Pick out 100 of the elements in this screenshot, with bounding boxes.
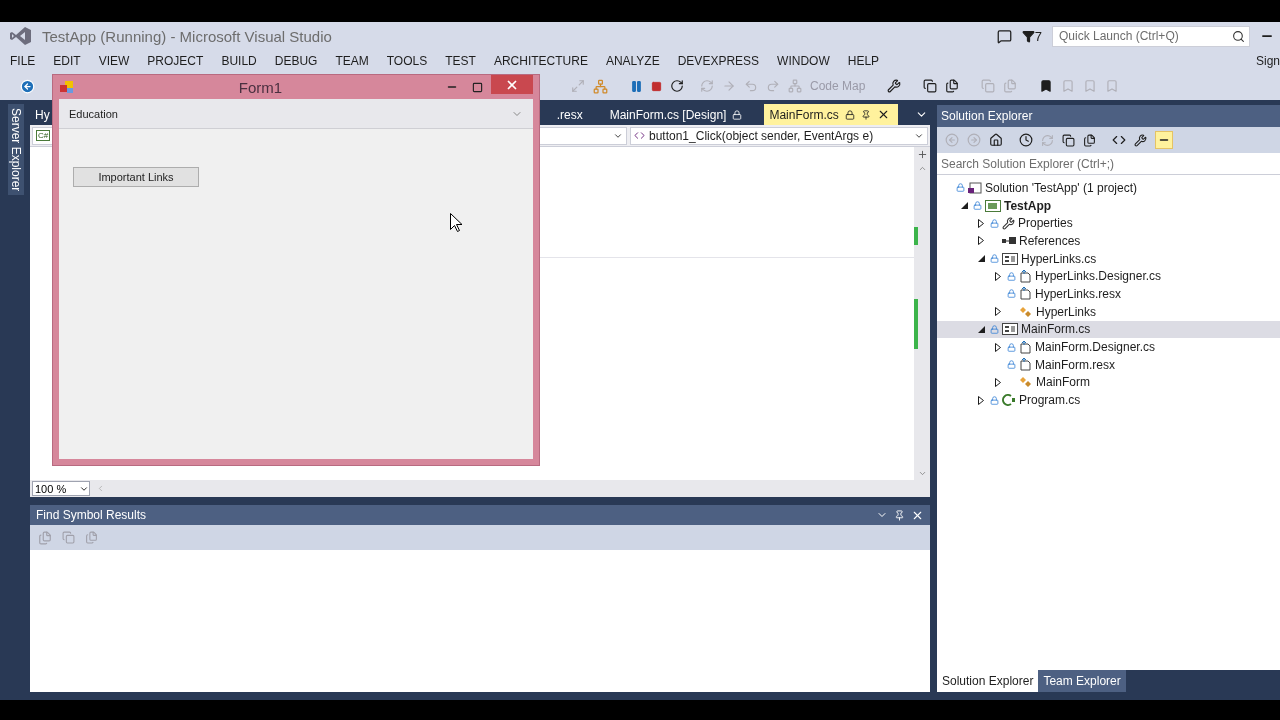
cursor-icon bbox=[450, 213, 462, 232]
filter-icon[interactable] bbox=[1021, 29, 1035, 43]
document-icon bbox=[1019, 287, 1032, 301]
pause-icon[interactable] bbox=[630, 79, 643, 93]
item-label: HyperLinks.Designer.cs bbox=[1035, 269, 1162, 284]
item-label: MainForm.resx bbox=[1035, 357, 1115, 372]
tree-item[interactable]: MainForm.Designer.cs bbox=[937, 338, 1280, 356]
menu-item[interactable]: TEAM bbox=[335, 54, 378, 68]
expanded-arrow-icon[interactable] bbox=[977, 255, 985, 263]
stop-icon[interactable] bbox=[651, 80, 662, 92]
expanded-arrow-icon[interactable] bbox=[977, 325, 985, 333]
menu-item[interactable]: HELP bbox=[847, 54, 889, 68]
window-title: TestApp (Running) - Microsoft Visual Studio bbox=[42, 27, 332, 45]
panel-tab[interactable]: Solution Explorer bbox=[937, 670, 1039, 692]
bookmark-icon[interactable] bbox=[1039, 79, 1054, 93]
tool-icon[interactable] bbox=[887, 79, 902, 93]
side-tab[interactable]: Server Explorer bbox=[8, 104, 24, 196]
references-icon bbox=[1002, 235, 1016, 246]
collapsed-arrow-icon[interactable] bbox=[978, 236, 984, 246]
item-label: Solution 'TestApp' (1 project) bbox=[985, 180, 1137, 195]
menu-item[interactable]: PROJECT bbox=[147, 54, 213, 68]
pages-icon[interactable] bbox=[945, 79, 960, 93]
tree-item[interactable]: MainForm bbox=[937, 373, 1280, 392]
tree-item[interactable]: References bbox=[937, 232, 1280, 250]
menu-item[interactable]: BUILD bbox=[221, 54, 266, 68]
notification-count[interactable]: 7 bbox=[1034, 28, 1042, 44]
collapsed-arrow-icon[interactable] bbox=[995, 377, 1001, 387]
collapsed-arrow-icon[interactable] bbox=[995, 271, 1001, 281]
important-links-button[interactable]: Important Links bbox=[73, 167, 199, 187]
tree-item[interactable]: HyperLinks.Designer.cs bbox=[937, 267, 1280, 286]
menu-item[interactable]: DEBUG bbox=[274, 54, 327, 68]
menu-item[interactable]: Education bbox=[69, 107, 118, 120]
item-label: HyperLinks.cs bbox=[1021, 251, 1097, 266]
editor-tab[interactable]: MainForm.cs bbox=[764, 104, 898, 125]
class-icon bbox=[1019, 376, 1033, 389]
close-button[interactable] bbox=[491, 75, 533, 94]
menu-item[interactable]: ANALYZE bbox=[605, 54, 669, 68]
feedback-icon[interactable] bbox=[996, 28, 1012, 44]
menu-item[interactable]: TOOLS bbox=[386, 54, 437, 68]
project-icon bbox=[985, 199, 1001, 212]
vertical-scrollbar[interactable] bbox=[914, 147, 930, 480]
menu-item[interactable]: FILE bbox=[10, 54, 45, 68]
history-icon[interactable] bbox=[1019, 133, 1033, 147]
panel-title: Find Symbol Results bbox=[36, 508, 147, 522]
maximize-icon[interactable] bbox=[472, 81, 483, 93]
app-icon bbox=[59, 80, 75, 94]
item-label: HyperLinks.resx bbox=[1035, 286, 1122, 301]
settings-icon[interactable] bbox=[1134, 133, 1147, 147]
tree-item[interactable]: Program.cs bbox=[937, 391, 1280, 409]
form-icon bbox=[1002, 252, 1018, 265]
pin-icon[interactable] bbox=[860, 109, 871, 120]
preview-button[interactable] bbox=[1155, 131, 1173, 149]
sign-in-link[interactable]: Sign bbox=[1255, 54, 1280, 68]
menu-item[interactable]: EDIT bbox=[53, 54, 90, 68]
code-icon[interactable] bbox=[1112, 133, 1126, 147]
show-files-icon[interactable] bbox=[1083, 133, 1096, 147]
search-field[interactable]: Search Solution Explorer (Ctrl+;) bbox=[937, 153, 1280, 175]
item-label: MainForm bbox=[1036, 375, 1090, 390]
tree-item[interactable]: Properties bbox=[937, 214, 1280, 233]
split-icon[interactable] bbox=[916, 149, 928, 160]
collapsed-arrow-icon[interactable] bbox=[978, 395, 984, 405]
home-icon[interactable] bbox=[989, 133, 1003, 147]
item-label: HyperLinks bbox=[1036, 304, 1097, 319]
window-title: Form1 bbox=[237, 78, 284, 96]
pin-icon[interactable] bbox=[894, 509, 905, 521]
tab-label: MainForm.cs bbox=[769, 107, 839, 122]
tree-item[interactable]: Solution 'TestApp' (1 project) bbox=[937, 179, 1280, 197]
tree-item[interactable]: MainForm.cs bbox=[937, 320, 1280, 339]
zoom-dropdown[interactable]: 100 % bbox=[32, 481, 90, 496]
item-label: MainForm.cs bbox=[1021, 322, 1091, 337]
member-dropdown[interactable]: button1_Click(object sender, EventArgs e) bbox=[630, 126, 928, 145]
tree-item[interactable]: HyperLinks.resx bbox=[937, 285, 1280, 303]
editor-tab[interactable]: MainForm.cs [Design] bbox=[604, 104, 751, 125]
menu-item[interactable]: VIEW bbox=[98, 54, 139, 68]
wrench-icon bbox=[1002, 216, 1015, 230]
menu-item[interactable]: DEVEXPRESS bbox=[677, 54, 769, 68]
visual-studio-logo-icon bbox=[10, 26, 32, 46]
menu-item[interactable]: WINDOW bbox=[777, 54, 839, 68]
panel-tab[interactable]: Team Explorer bbox=[1038, 670, 1126, 692]
quick-launch-field[interactable]: Quick Launch (Ctrl+Q) bbox=[1052, 25, 1250, 47]
tree-item[interactable]: HyperLinks.cs bbox=[937, 249, 1280, 268]
tree-item[interactable]: MainForm.resx bbox=[937, 355, 1280, 374]
item-label: TestApp bbox=[1004, 198, 1052, 213]
menu-item[interactable]: ARCHITECTURE bbox=[493, 54, 597, 68]
tree-item[interactable]: HyperLinks bbox=[937, 302, 1280, 321]
csharp-file-icon bbox=[1002, 394, 1016, 407]
collapsed-arrow-icon[interactable] bbox=[995, 307, 1001, 317]
document-icon bbox=[1019, 358, 1032, 372]
collapsed-arrow-icon[interactable] bbox=[978, 218, 984, 228]
search-icon[interactable] bbox=[1232, 29, 1245, 43]
editor-tab[interactable]: .resx bbox=[551, 104, 591, 125]
file-type: C# bbox=[36, 130, 51, 141]
collapsed-arrow-icon[interactable] bbox=[995, 342, 1001, 352]
menu-item[interactable]: TEST bbox=[445, 54, 485, 68]
class-icon bbox=[1019, 305, 1033, 318]
lock-icon bbox=[732, 109, 743, 120]
expanded-arrow-icon[interactable] bbox=[960, 202, 968, 210]
tree-item[interactable]: TestApp bbox=[937, 196, 1280, 215]
restart-icon[interactable] bbox=[670, 79, 684, 93]
layout-icon[interactable] bbox=[923, 79, 938, 93]
